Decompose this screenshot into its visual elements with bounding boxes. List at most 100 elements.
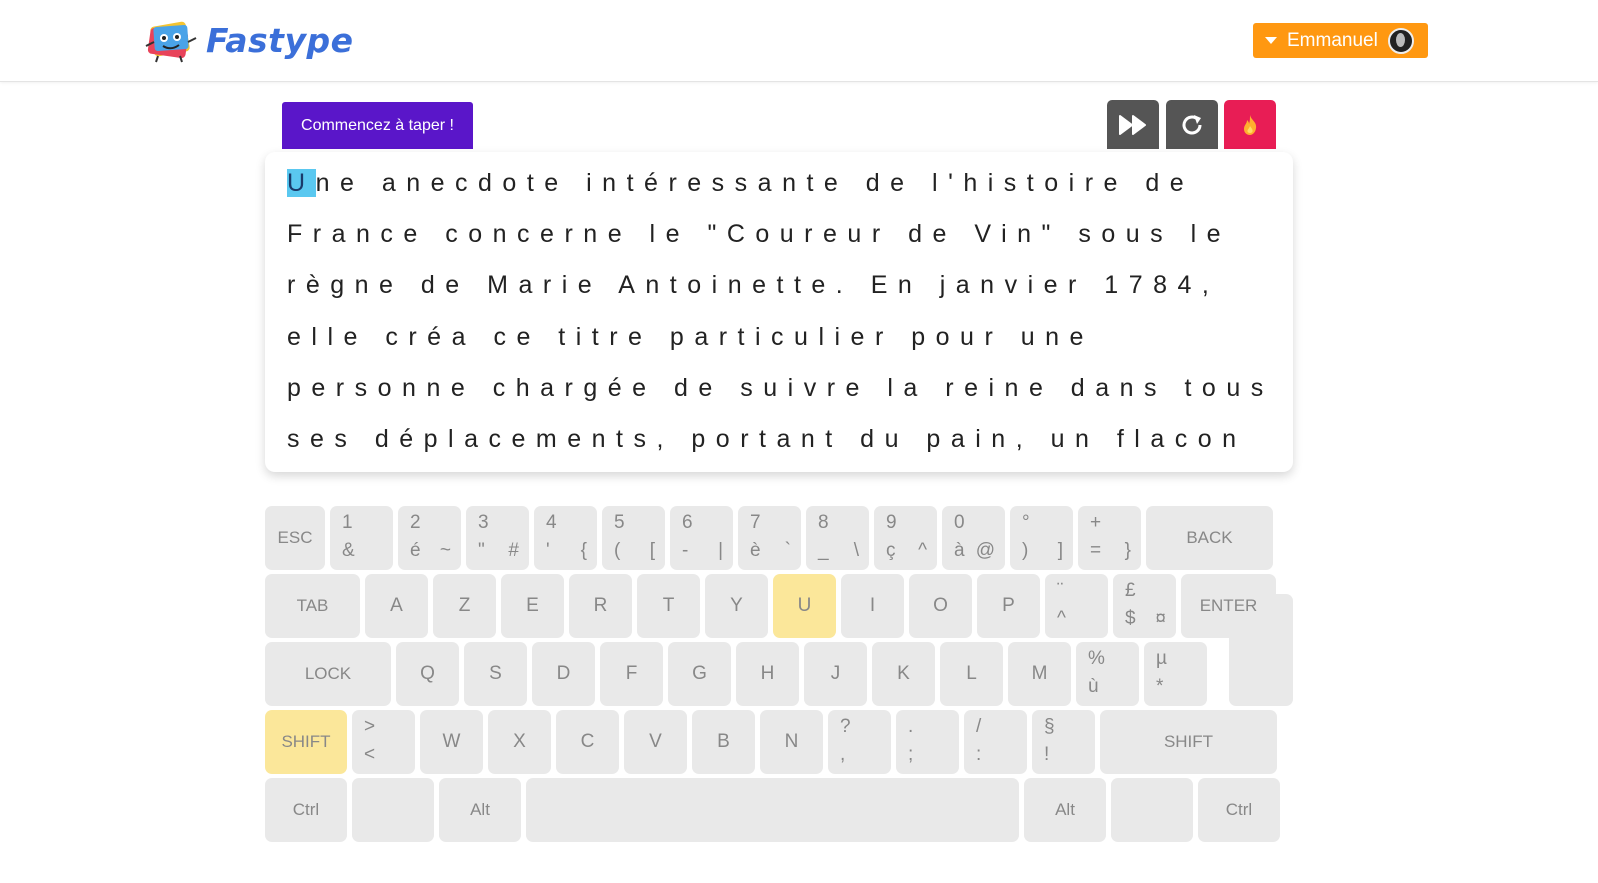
key-label: F xyxy=(625,663,638,684)
user-menu-button[interactable]: Emmanuel xyxy=(1253,23,1428,58)
key-alt[interactable]: Alt xyxy=(439,778,521,842)
key-alt[interactable]: Alt xyxy=(1024,778,1106,842)
key-char: @ xyxy=(975,540,995,561)
key-char: ~ xyxy=(439,540,451,561)
key-symbol[interactable]: 6 - | xyxy=(670,506,733,570)
start-typing-tab[interactable]: Commencez à taper ! xyxy=(282,102,473,149)
key-blank[interactable] xyxy=(352,778,434,842)
key-label: Q xyxy=(420,663,435,684)
key-symbol[interactable]: 5 ([ xyxy=(602,506,665,570)
key-symbol[interactable]: /: xyxy=(964,710,1027,774)
key-g[interactable]: G xyxy=(668,642,731,706)
text-line: France concerne le "Coureur de Vin" sous… xyxy=(287,220,1232,249)
key-shift[interactable]: SHIFT xyxy=(1100,710,1277,774)
key-enter[interactable]: ENTER xyxy=(1181,574,1276,638)
key-i[interactable]: I xyxy=(841,574,904,638)
key-char: } xyxy=(1124,540,1131,561)
key-char: ; xyxy=(908,744,914,765)
key-a[interactable]: A xyxy=(365,574,428,638)
key-j[interactable]: J xyxy=(804,642,867,706)
key-l[interactable]: L xyxy=(940,642,1003,706)
key-p[interactable]: P xyxy=(977,574,1040,638)
key-space[interactable] xyxy=(526,778,1019,842)
fast-forward-icon xyxy=(1119,114,1146,135)
key-symbol[interactable]: 4 ' { xyxy=(534,506,597,570)
key-esc[interactable]: ESC xyxy=(265,506,325,570)
key-symbol[interactable]: °)] xyxy=(1010,506,1073,570)
key-symbol[interactable]: 0 à @ xyxy=(942,506,1005,570)
key-label: I xyxy=(869,595,876,616)
key-e[interactable]: E xyxy=(501,574,564,638)
key-q[interactable]: Q xyxy=(396,642,459,706)
key-label: C xyxy=(580,731,595,752)
key-shift[interactable]: SHIFT xyxy=(265,710,347,774)
key-label: U xyxy=(797,595,812,616)
key-v[interactable]: V xyxy=(624,710,687,774)
key-char: 1 xyxy=(342,512,353,533)
key-char: è xyxy=(750,540,761,561)
challenge-button[interactable] xyxy=(1224,100,1276,149)
key-symbol[interactable]: §! xyxy=(1032,710,1095,774)
key-r[interactable]: R xyxy=(569,574,632,638)
key-label: O xyxy=(933,595,948,616)
typing-text-panel[interactable]: Une anecdote intéressante de l'histoire … xyxy=(265,152,1293,472)
key-back[interactable]: BACK xyxy=(1146,506,1273,570)
key-symbol[interactable]: £ $ ¤ xyxy=(1113,574,1176,638)
key-k[interactable]: K xyxy=(872,642,935,706)
key-s[interactable]: S xyxy=(464,642,527,706)
key-symbol[interactable]: ?, xyxy=(828,710,891,774)
key-symbol[interactable]: > < xyxy=(352,710,415,774)
key-symbol[interactable]: + =} xyxy=(1078,506,1141,570)
key-symbol[interactable]: 3 " # xyxy=(466,506,529,570)
key-t[interactable]: T xyxy=(637,574,700,638)
key-f[interactable]: F xyxy=(600,642,663,706)
key-b[interactable]: B xyxy=(692,710,755,774)
key-char: \ xyxy=(853,540,859,561)
key-char: 2 xyxy=(410,512,421,533)
key-d[interactable]: D xyxy=(532,642,595,706)
key-blank[interactable] xyxy=(1111,778,1193,842)
key-symbol[interactable]: ¨ ^ xyxy=(1045,574,1108,638)
key-label: E xyxy=(526,595,539,616)
key-m[interactable]: M xyxy=(1008,642,1071,706)
key-symbol[interactable]: 8 _ \ xyxy=(806,506,869,570)
key-symbol[interactable]: 1 & xyxy=(330,506,393,570)
key-tab[interactable]: TAB xyxy=(265,574,360,638)
key-char: { xyxy=(580,540,587,561)
key-n[interactable]: N xyxy=(760,710,823,774)
key-w[interactable]: W xyxy=(420,710,483,774)
text-line: règne de Marie Antoinette. En janvier 17… xyxy=(287,271,1220,300)
key-u[interactable]: U xyxy=(773,574,836,638)
key-char: ^ xyxy=(1057,608,1066,629)
key-label: T xyxy=(662,595,675,616)
key-symbol[interactable]: 7 è ` xyxy=(738,506,801,570)
key-char: § xyxy=(1044,716,1055,737)
key-label: W xyxy=(442,731,461,752)
key-char: à xyxy=(954,540,965,561)
key-z[interactable]: Z xyxy=(433,574,496,638)
key-char: ` xyxy=(784,540,791,561)
key-symbol[interactable]: 2 é ~ xyxy=(398,506,461,570)
key-char: é xyxy=(410,540,421,561)
key-o[interactable]: O xyxy=(909,574,972,638)
restart-button[interactable] xyxy=(1166,100,1218,149)
key-ctrl[interactable]: Ctrl xyxy=(265,778,347,842)
key-label: TAB xyxy=(296,596,329,615)
key-x[interactable]: X xyxy=(488,710,551,774)
key-y[interactable]: Y xyxy=(705,574,768,638)
logo[interactable]: Fastype xyxy=(144,16,353,64)
key-c[interactable]: C xyxy=(556,710,619,774)
key-char: 0 xyxy=(954,512,965,533)
key-symbol[interactable]: .; xyxy=(896,710,959,774)
key-symbol[interactable]: µ * xyxy=(1144,642,1207,706)
key-symbol[interactable]: 9 ç ^ xyxy=(874,506,937,570)
key-char: ¤ xyxy=(1155,608,1166,629)
key-label: B xyxy=(717,731,730,752)
key-lock[interactable]: LOCK xyxy=(265,642,391,706)
key-ctrl[interactable]: Ctrl xyxy=(1198,778,1280,842)
key-h[interactable]: H xyxy=(736,642,799,706)
key-label: L xyxy=(966,663,977,684)
key-symbol[interactable]: % ù xyxy=(1076,642,1139,706)
skip-button[interactable] xyxy=(1107,100,1159,149)
key-char: " xyxy=(478,540,485,561)
